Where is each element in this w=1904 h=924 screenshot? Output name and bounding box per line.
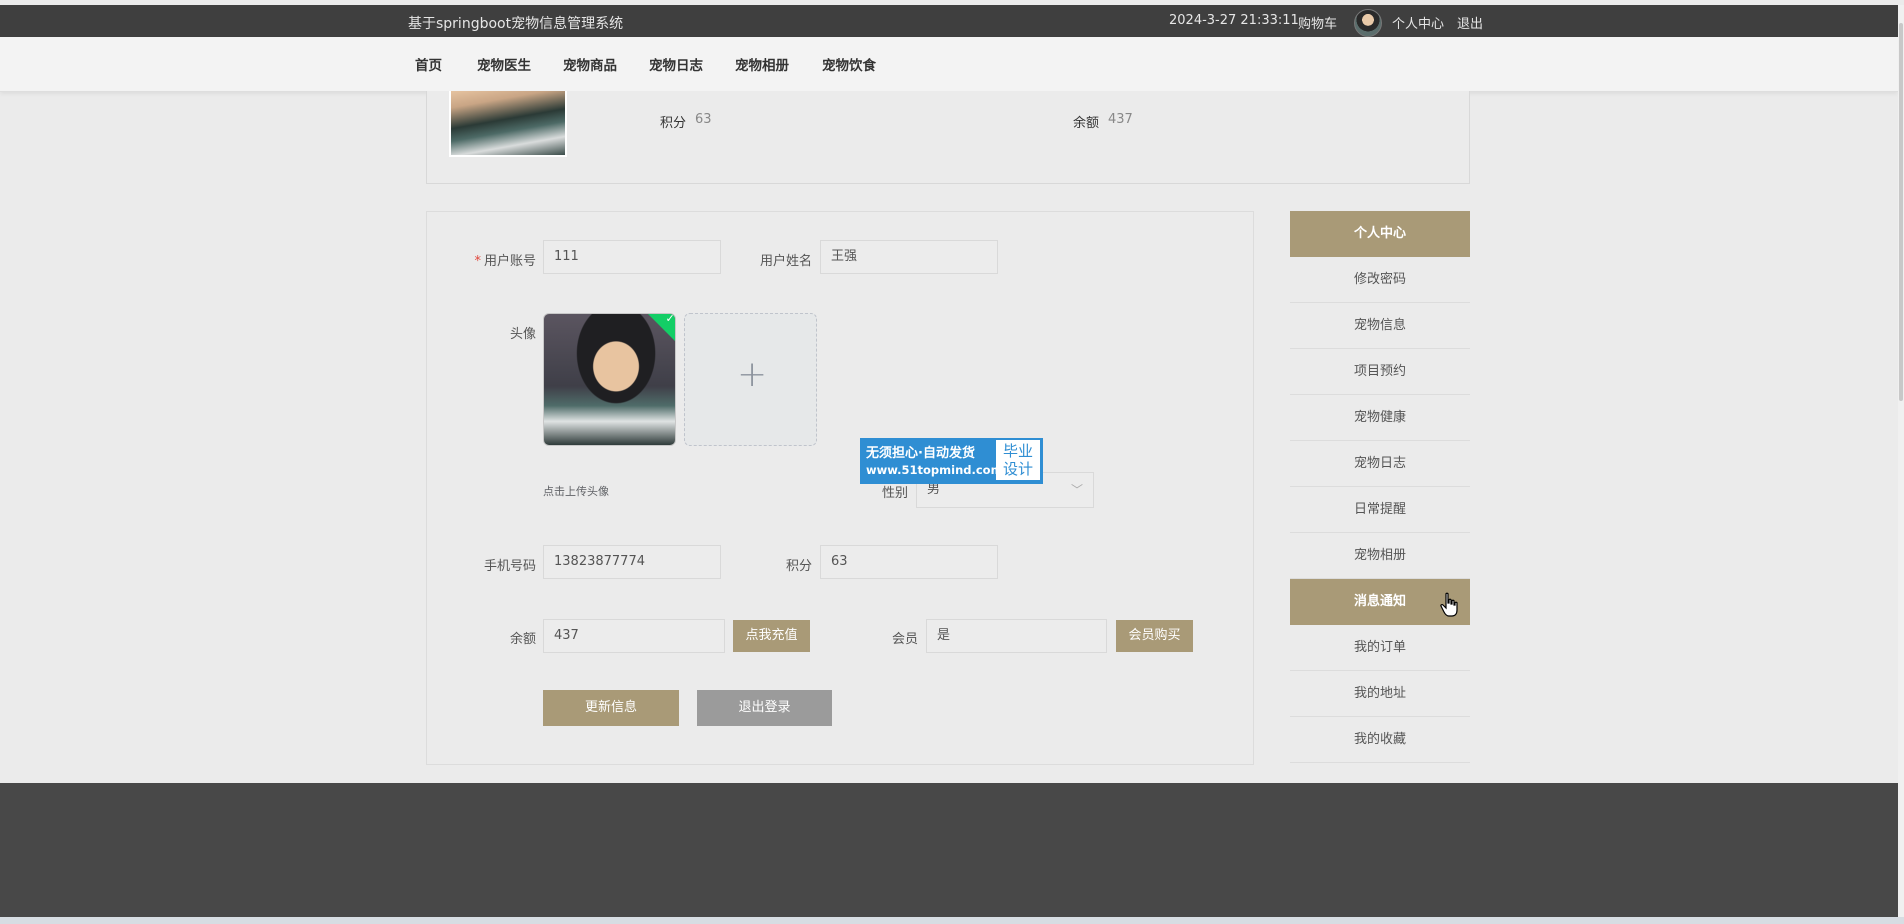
cart-link[interactable]: 购物车 [1298,13,1337,32]
update-info-button[interactable]: 更新信息 [543,690,679,726]
plus-icon: + [737,354,768,395]
sidebar-item-pet-log[interactable]: 宠物日志 [1290,441,1470,487]
phone-label: 手机号码 [483,559,536,574]
watermark-badge-line1: 毕业 [1002,442,1033,460]
nav-home[interactable]: 首页 [415,54,442,74]
sidebar-item-my-address[interactable]: 我的地址 [1290,671,1470,717]
scrollbar-thumb[interactable] [1899,23,1903,401]
chevron-down-icon: ﹀ [1070,483,1083,497]
avatar-upload-button[interactable]: + [684,313,817,446]
nav-pet-album[interactable]: 宠物相册 [735,54,789,74]
site-title: 基于springboot宠物信息管理系统 [408,16,624,32]
sidebar-item-pet-album[interactable]: 宠物相册 [1290,533,1470,579]
nav-pet-log[interactable]: 宠物日志 [649,54,703,74]
sidebar-item-my-orders[interactable]: 我的订单 [1290,625,1470,671]
sidebar-item-appointment[interactable]: 项目预约 [1290,349,1470,395]
top-bar: 基于springboot宠物信息管理系统 2024-3-27 21:33:11 … [0,5,1898,37]
avatar-preview[interactable]: ✓ [543,313,676,446]
card-balance-value: 437 [1108,112,1133,127]
phone-input[interactable]: 13823877774 [543,545,721,579]
balance-input[interactable]: 437 [543,619,725,653]
card-balance-label: 余额 [1073,116,1100,131]
sidebar-item-pet-health[interactable]: 宠物健康 [1290,395,1470,441]
hand-cursor-icon [1440,592,1458,617]
upload-success-badge: ✓ [645,313,675,344]
account-label-text: 用户账号 [483,254,536,269]
balance-label: 余额 [509,632,536,647]
points-input[interactable]: 63 [820,545,998,579]
card-points-value: 63 [695,112,712,127]
member-label: 会员 [891,632,918,647]
user-center-sidebar: 个人中心 修改密码 宠物信息 项目预约 宠物健康 宠物日志 日常提醒 宠物相册 … [1290,211,1470,763]
user-center-link[interactable]: 个人中心 [1392,13,1444,32]
recharge-button[interactable]: 点我充值 [733,620,810,652]
avatar-label: 头像 [509,327,536,342]
logout-link[interactable]: 退出 [1457,13,1483,32]
account-label: * 用户账号 [474,254,536,269]
promo-watermark: 无须担心·自动发货 www.51topmind.com 毕业 设计 [860,438,1043,484]
gender-label: 性别 [881,486,908,501]
logout-button[interactable]: 退出登录 [697,690,832,726]
member-buy-button[interactable]: 会员购买 [1116,620,1193,652]
user-info-card: 积分 63 余额 437 [426,91,1470,184]
bottom-strip [0,917,1904,924]
member-input[interactable]: 是 [926,619,1107,653]
check-icon: ✓ [665,313,675,325]
nav-pet-doctor[interactable]: 宠物医生 [477,54,531,74]
sidebar-item-pet-info[interactable]: 宠物信息 [1290,303,1470,349]
footer [0,783,1898,917]
profile-photo [449,91,567,157]
watermark-line2: www.51topmind.com [866,463,1003,477]
upload-hint: 点击上传头像 [543,485,609,498]
name-input[interactable]: 王强 [820,240,998,274]
watermark-badge-line2: 设计 [1002,460,1033,478]
sidebar-item-change-password[interactable]: 修改密码 [1290,257,1470,303]
nav-pet-goods[interactable]: 宠物商品 [563,54,617,74]
main-nav: 首页 宠物医生 宠物商品 宠物日志 宠物相册 宠物饮食 [0,37,1898,92]
sidebar-title: 个人中心 [1290,211,1470,257]
datetime: 2024-3-27 21:33:11 [1169,13,1299,28]
gender-value: 男 [927,482,941,497]
sidebar-item-my-favorites[interactable]: 我的收藏 [1290,717,1470,763]
nav-pet-diet[interactable]: 宠物饮食 [822,54,876,74]
name-label: 用户姓名 [759,254,812,269]
user-avatar-icon[interactable] [1354,9,1382,37]
page-scrollbar[interactable] [1898,5,1904,917]
watermark-badge: 毕业 设计 [996,440,1040,480]
card-points-label: 积分 [660,116,687,131]
account-input[interactable]: 111 [543,240,721,274]
sidebar-item-daily-reminder[interactable]: 日常提醒 [1290,487,1470,533]
points-label: 积分 [785,559,812,574]
watermark-line1: 无须担心·自动发货 [866,446,975,461]
